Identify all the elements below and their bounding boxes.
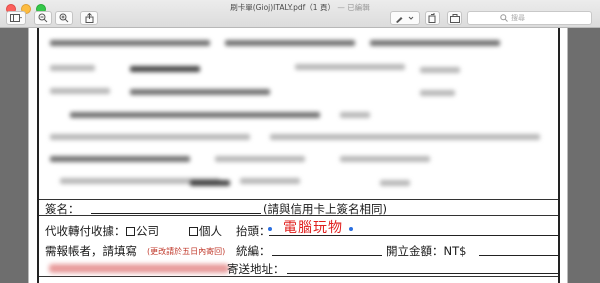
form-rule — [39, 276, 558, 277]
signature-line[interactable] — [91, 213, 261, 214]
edited-status: — 已編輯 — [337, 3, 370, 12]
company-checkbox[interactable] — [126, 227, 135, 236]
form-border-right — [558, 28, 560, 283]
redacted-note — [49, 264, 229, 273]
company-option-label: 公司 — [136, 224, 159, 238]
pen-icon — [396, 16, 414, 23]
zoom-in-button[interactable] — [55, 11, 73, 25]
redacted-content — [40, 28, 558, 203]
search-icon — [500, 14, 508, 22]
search-field[interactable]: 搜尋 — [467, 11, 592, 25]
invoice-amount-line[interactable] — [479, 255, 559, 256]
share-icon — [85, 13, 93, 23]
document-title: 刷卡單(Gioj)ITALY.pdf（1 頁） — [230, 3, 335, 12]
company-option[interactable]: 公司 — [126, 223, 159, 239]
zoom-out-button[interactable] — [34, 11, 52, 25]
signature-note: (請與信用卡上簽名相同) — [263, 202, 387, 216]
personal-option[interactable]: 個人 — [189, 223, 222, 239]
share-button[interactable] — [80, 11, 98, 25]
reimburse-note: (更改請於五日內寄回) — [147, 247, 226, 256]
pdf-page[interactable]: 簽名： (請與信用卡上簽名相同) 代收轉付收據： 公司 個人 抬頭： 電腦玩物 … — [28, 28, 568, 283]
invoice-amount-label: 開立金額：NT$ — [386, 244, 467, 258]
personal-option-label: 個人 — [199, 224, 222, 238]
form-rule — [39, 199, 558, 200]
receipt-label: 代收轉付收據： — [45, 224, 126, 238]
rotate-icon — [428, 13, 436, 23]
sidebar-toggle-button[interactable] — [6, 11, 26, 25]
sidebar-icon — [10, 14, 22, 22]
personal-checkbox[interactable] — [189, 227, 198, 236]
form-border-left — [37, 28, 39, 283]
annotation-handle-right[interactable] — [349, 227, 353, 231]
window-titlebar: 刷卡單(Gioj)ITALY.pdf（1 頁） — 已編輯 搜尋 — [0, 0, 600, 28]
markup-button[interactable] — [390, 11, 420, 25]
zoom-out-icon — [38, 13, 48, 23]
mailing-address-label: 寄送地址： — [227, 262, 285, 276]
tax-id-label: 統編： — [236, 244, 271, 258]
tax-id-line[interactable] — [272, 255, 382, 256]
reimburse-label: 需報帳者，請填寫 — [45, 244, 137, 258]
toolbox-icon — [449, 13, 460, 23]
mailing-address-line[interactable] — [287, 273, 559, 274]
rotate-button[interactable] — [425, 11, 440, 25]
header-label: 抬頭： — [236, 224, 271, 238]
zoom-in-icon — [59, 13, 69, 23]
header-value-annotation[interactable]: 電腦玩物 — [283, 217, 343, 237]
toolbox-button[interactable] — [447, 11, 462, 25]
signature-label: 簽名： — [45, 202, 80, 216]
annotation-handle-left[interactable] — [268, 227, 272, 231]
search-placeholder: 搜尋 — [511, 14, 525, 22]
